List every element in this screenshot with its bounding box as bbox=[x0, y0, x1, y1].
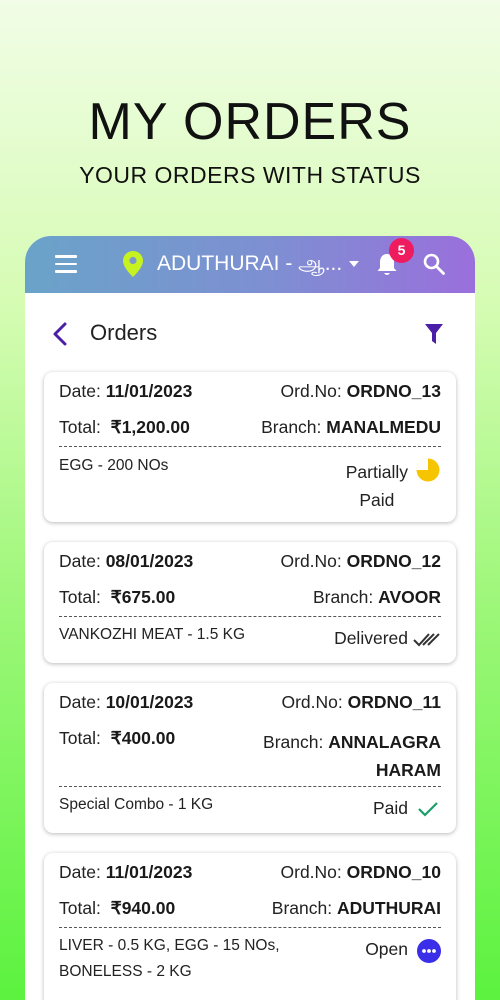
search-icon[interactable] bbox=[423, 253, 445, 275]
order-card[interactable]: Date: 08/01/2023 Ord.No: ORDNO_12 Total:… bbox=[44, 542, 456, 663]
order-number: Ord.No: ORDNO_13 bbox=[280, 381, 442, 401]
divider bbox=[59, 786, 441, 787]
order-branch: Branch: ANNALAGRA HARAM bbox=[263, 732, 441, 780]
order-status: Delivered bbox=[334, 628, 408, 648]
phone-frame: ADUTHURAI - ஆ... 5 Orders Date: 11/01/20… bbox=[25, 236, 475, 1000]
order-branch: Branch: AVOOR bbox=[312, 587, 441, 607]
order-branch: Branch: ADUTHURAI bbox=[271, 898, 441, 918]
location-pin-icon bbox=[123, 251, 143, 277]
order-card[interactable]: Date: 11/01/2023 Ord.No: ORDNO_10 Total:… bbox=[44, 853, 456, 1000]
check-icon bbox=[418, 802, 438, 817]
order-items: VANKOZHI MEAT - 1.5 KG bbox=[59, 626, 246, 643]
order-items: Special Combo - 1 KG bbox=[59, 796, 214, 813]
order-status: Partially Paid bbox=[345, 462, 408, 510]
dropdown-arrow-icon[interactable] bbox=[349, 261, 359, 267]
order-number: Ord.No: ORDNO_12 bbox=[280, 551, 442, 571]
partial-pie-icon bbox=[416, 458, 440, 482]
order-status: Open bbox=[365, 939, 408, 959]
order-number: Ord.No: ORDNO_10 bbox=[280, 862, 442, 882]
divider bbox=[59, 927, 441, 928]
double-check-icon bbox=[413, 633, 440, 647]
order-date: Date: 10/01/2023 bbox=[59, 692, 194, 712]
order-total: Total: ₹1,200.00 bbox=[59, 417, 190, 437]
order-date: Date: 11/01/2023 bbox=[59, 862, 193, 882]
order-card[interactable]: Date: 11/01/2023 Ord.No: ORDNO_13 Total:… bbox=[44, 372, 456, 522]
divider bbox=[59, 616, 441, 617]
location-selector[interactable]: ADUTHURAI - ஆ... bbox=[157, 252, 342, 278]
hero-title: MY ORDERS bbox=[88, 93, 412, 151]
back-arrow-icon[interactable] bbox=[53, 322, 67, 346]
filter-icon[interactable] bbox=[425, 324, 443, 344]
hamburger-menu-icon[interactable] bbox=[55, 255, 77, 273]
order-date: Date: 08/01/2023 bbox=[59, 551, 194, 571]
order-total: Total: ₹940.00 bbox=[59, 898, 176, 918]
order-status: Paid bbox=[372, 798, 408, 818]
order-total: Total: ₹400.00 bbox=[59, 728, 176, 748]
order-branch: Branch: MANALMEDU bbox=[261, 417, 441, 437]
order-card[interactable]: Date: 10/01/2023 Ord.No: ORDNO_11 Total:… bbox=[44, 683, 456, 833]
divider bbox=[59, 446, 441, 447]
more-dots-icon bbox=[417, 939, 441, 963]
order-number: Ord.No: ORDNO_11 bbox=[281, 692, 441, 712]
order-items: EGG - 200 NOs bbox=[59, 457, 169, 474]
page-title: Orders bbox=[90, 320, 158, 345]
order-date: Date: 11/01/2023 bbox=[59, 381, 193, 401]
order-items: LIVER - 0.5 KG, EGG - 15 NOs, BONELESS - … bbox=[59, 937, 280, 980]
page-header: Orders bbox=[25, 316, 475, 352]
hero-subtitle: YOUR ORDERS WITH STATUS bbox=[79, 162, 421, 188]
order-total: Total: ₹675.00 bbox=[59, 587, 176, 607]
notification-badge: 5 bbox=[389, 238, 414, 263]
app-bar: ADUTHURAI - ஆ... 5 bbox=[25, 236, 475, 293]
